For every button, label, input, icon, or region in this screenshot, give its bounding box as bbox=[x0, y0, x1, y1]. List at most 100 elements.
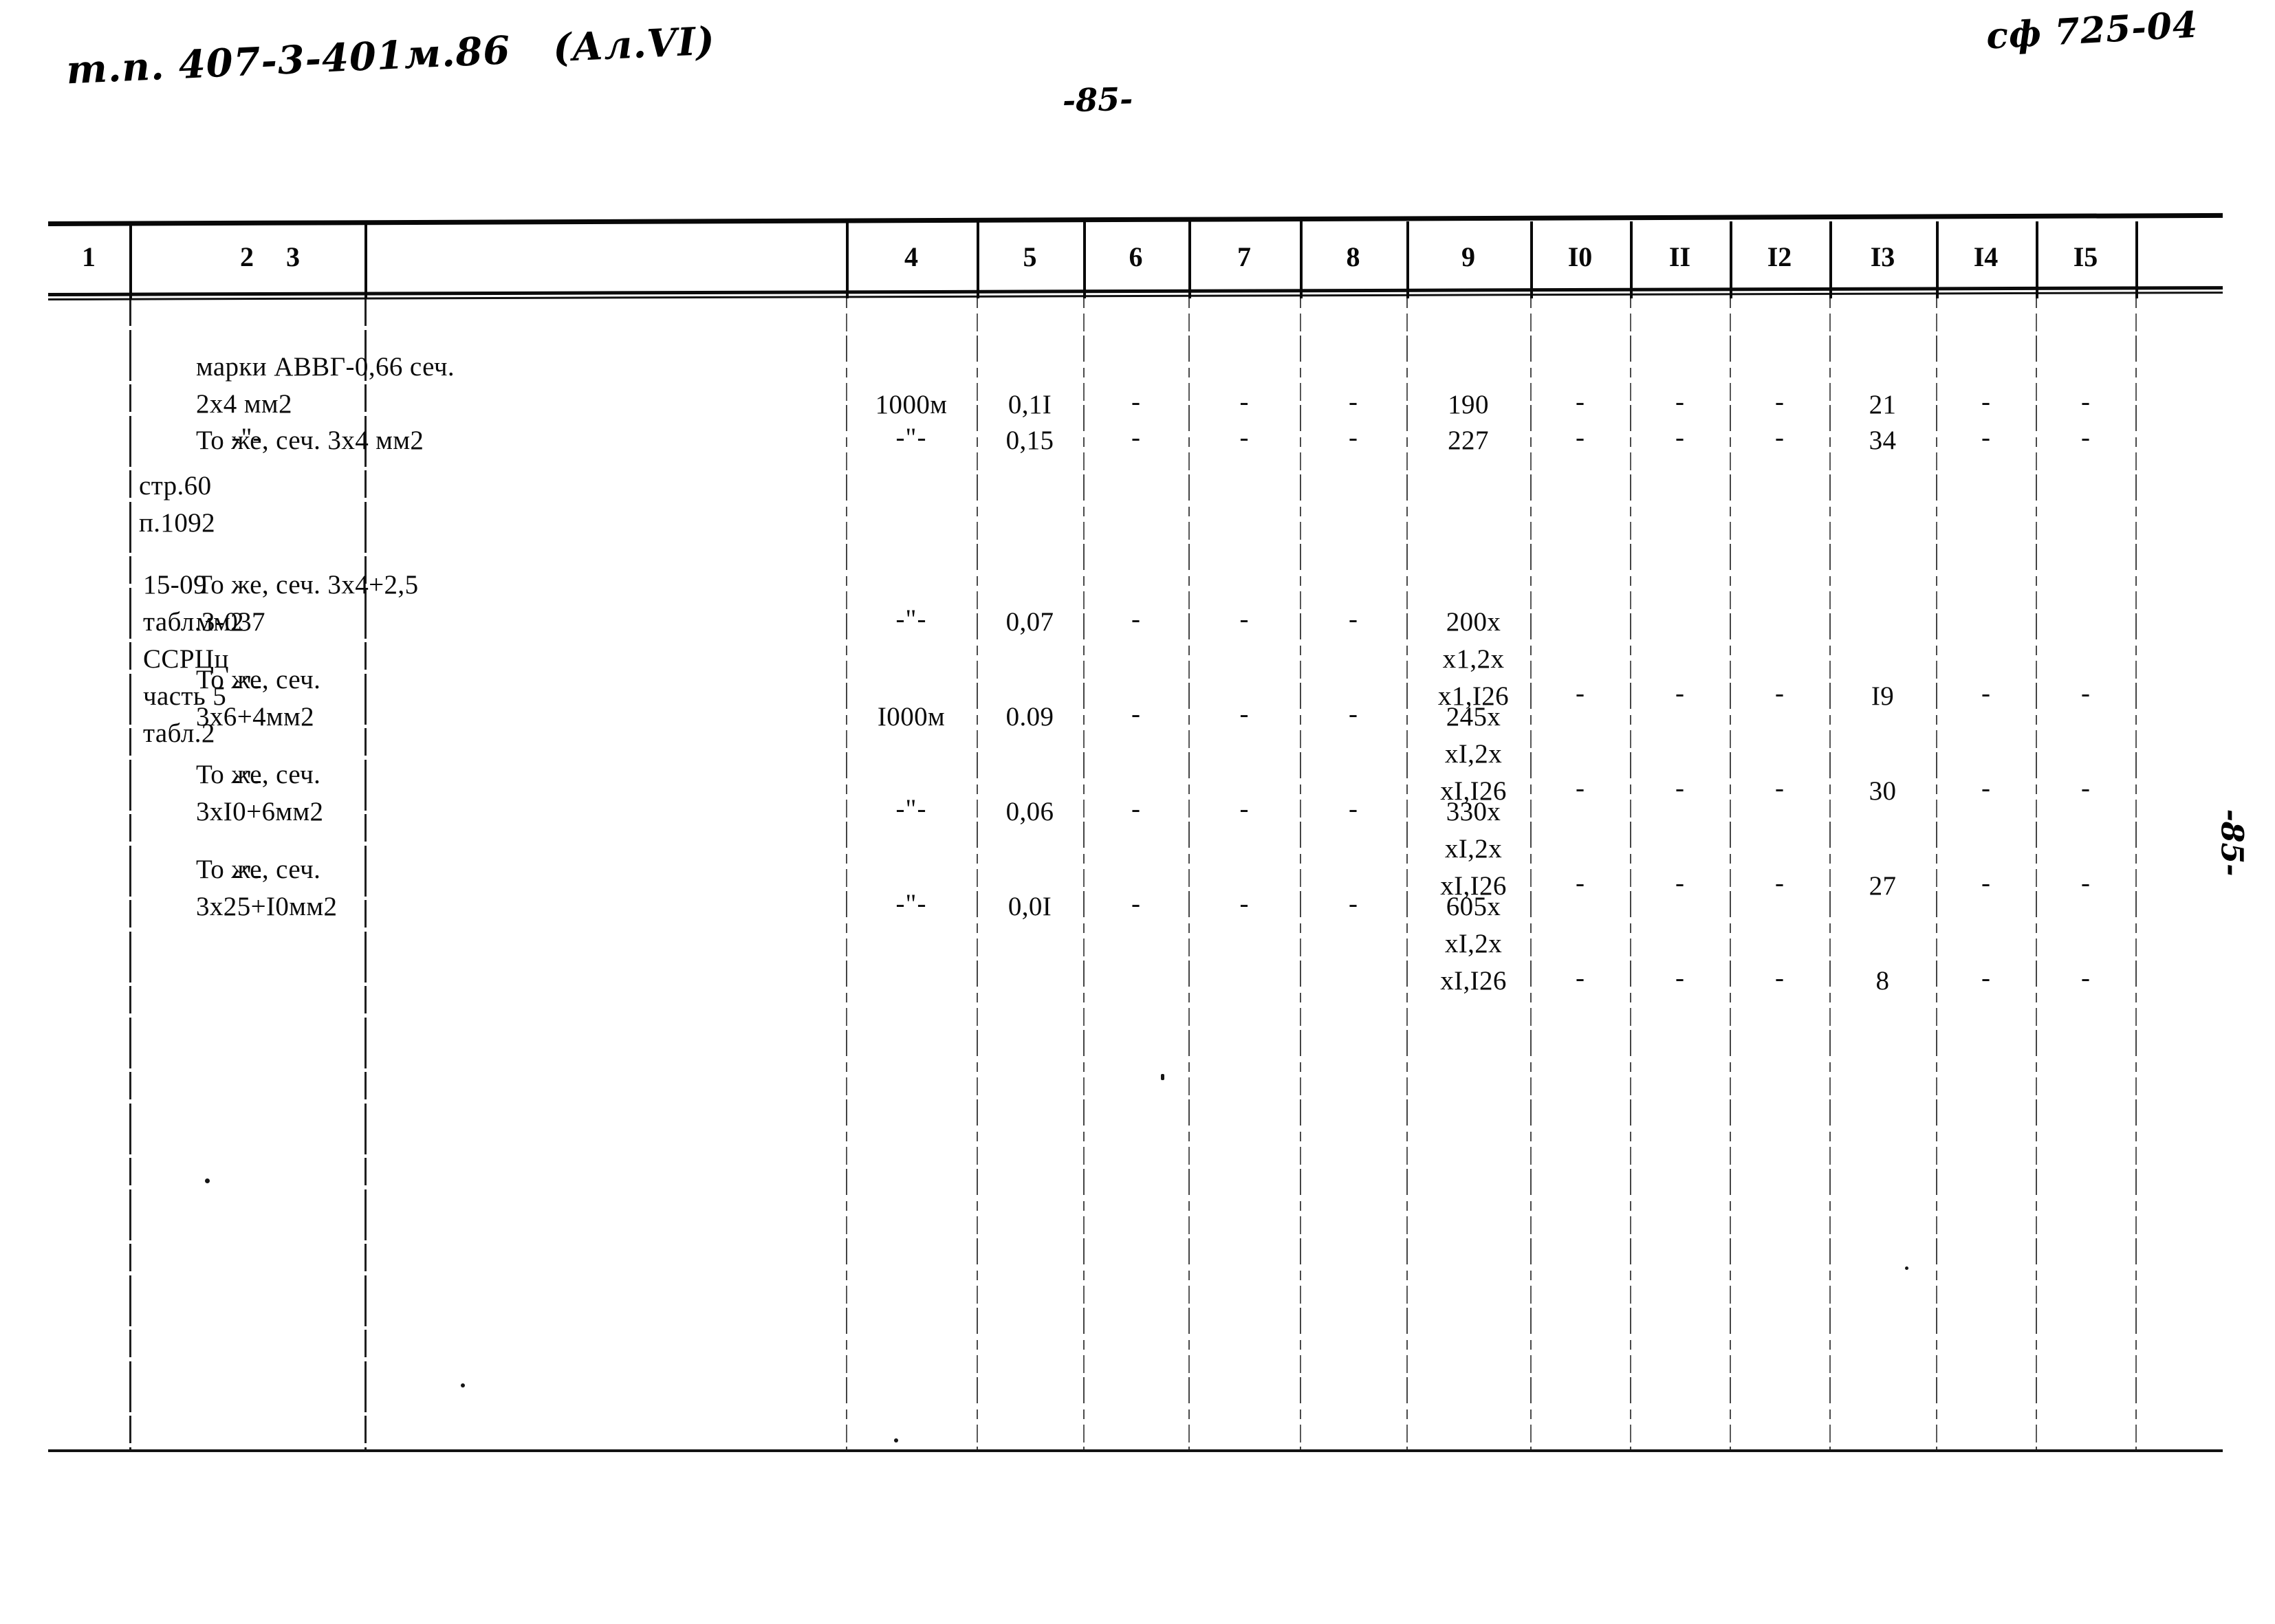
scan-speckle bbox=[205, 1178, 210, 1183]
table-row-5-col7: - bbox=[1239, 699, 1249, 729]
column-header-7: 7 bbox=[1237, 241, 1251, 272]
table-row-2-unit: -"- bbox=[895, 423, 927, 452]
table-row-6-col10: - bbox=[1576, 868, 1585, 898]
column-header-1: 1 bbox=[82, 241, 96, 272]
table-row-1-col6: - bbox=[1131, 387, 1140, 417]
table-row-7-description: То же, сеч. 3х25+I0мм2 bbox=[196, 855, 338, 921]
table-row-6-col12: - bbox=[1775, 868, 1784, 898]
table-row-4-col12: - bbox=[1775, 679, 1784, 708]
table-row-2-col9: 227 bbox=[1448, 426, 1489, 455]
column-header-3: 3 bbox=[286, 241, 300, 272]
body-divider-6 bbox=[1188, 298, 1190, 1449]
column-header-11: II bbox=[1668, 241, 1691, 272]
scan-speckle bbox=[894, 1438, 898, 1442]
table-row-5-description: То же, сеч. 3х6+4мм2 bbox=[196, 665, 321, 732]
table-row-2-col12: - bbox=[1775, 423, 1784, 452]
table-row-4-description: То же, сеч. 3х4+2,5 мм2 bbox=[196, 570, 419, 637]
column-divider-15 bbox=[2135, 221, 2138, 298]
table-row-7-col15: - bbox=[2081, 963, 2090, 993]
scan-speckle bbox=[1905, 1266, 1908, 1270]
column-header-9: 9 bbox=[1461, 241, 1475, 272]
table-row-7-col7: - bbox=[1239, 889, 1249, 919]
column-header-13: I3 bbox=[1870, 241, 1895, 272]
handwritten-album-text: (Ал.VI) bbox=[552, 18, 717, 72]
column-header-4: 4 bbox=[904, 241, 918, 272]
table-row-6-col13: 27 bbox=[1869, 871, 1897, 901]
table-row-7-col14: - bbox=[1981, 963, 1990, 993]
body-divider-4 bbox=[977, 298, 978, 1449]
table-row-1-col11: - bbox=[1675, 387, 1684, 417]
table-row-7-col12: - bbox=[1775, 963, 1784, 993]
column-header-5: 5 bbox=[1023, 241, 1037, 272]
scan-speckle bbox=[461, 1383, 465, 1387]
table-row-5-col14: - bbox=[1981, 773, 1990, 803]
column-header-15: I5 bbox=[2073, 241, 2098, 272]
table-row-5-col10: - bbox=[1576, 773, 1585, 803]
table-row-7-col6: - bbox=[1131, 889, 1140, 919]
table-row-4-col14: - bbox=[1981, 679, 1990, 708]
table-row-5-col12: - bbox=[1775, 773, 1784, 803]
handwritten-project-code: т.п. 407-3-401м.86 (Ал.VI) bbox=[65, 19, 716, 94]
table-row-1-col12: - bbox=[1775, 387, 1784, 417]
table-row-1-col5: 0,1I bbox=[1008, 390, 1052, 419]
table-row-5-col5: 0.09 bbox=[1005, 702, 1054, 732]
table-row-4-unit: -"- bbox=[895, 604, 927, 634]
table-row-2-col7: - bbox=[1239, 423, 1249, 452]
table-row-7-col9: 605х хI,2х хI,I26 bbox=[1440, 892, 1507, 996]
table-top-border bbox=[47, 212, 2223, 226]
body-divider-7 bbox=[1300, 298, 1301, 1449]
table-row-1-col8: - bbox=[1349, 387, 1358, 417]
table-row-6-col14: - bbox=[1981, 868, 1990, 898]
table-row-2-col11: - bbox=[1675, 423, 1684, 452]
table-row-4-col7: - bbox=[1239, 604, 1249, 634]
table-row-1-col7: - bbox=[1239, 387, 1249, 417]
column-header-12: I2 bbox=[1767, 241, 1792, 272]
table-row-1-col13: 21 bbox=[1869, 390, 1897, 419]
table-row-2-description: То же, сеч. 3х4 мм2 bbox=[196, 426, 424, 455]
table-row-4-col13: I9 bbox=[1871, 681, 1895, 711]
table-row-4-col11: - bbox=[1675, 679, 1684, 708]
body-divider-3 bbox=[846, 298, 847, 1449]
table-row-5-col15: - bbox=[2081, 773, 2090, 803]
table-row-4-col6: - bbox=[1131, 604, 1140, 634]
table-row-2-col15: - bbox=[2081, 423, 2090, 452]
scanned-page: т.п. 407-3-401м.86 (Ал.VI) сф 725-04 -85-… bbox=[0, 0, 2275, 1624]
table-row-6-col6: - bbox=[1131, 794, 1140, 824]
table-row-7-col8: - bbox=[1349, 889, 1358, 919]
handwritten-archive-code: сф 725-04 bbox=[1985, 3, 2199, 58]
table-row-1-col10: - bbox=[1576, 387, 1585, 417]
body-divider-5 bbox=[1083, 298, 1085, 1449]
table-row-5-col11: - bbox=[1675, 773, 1684, 803]
scan-speckle bbox=[1161, 1074, 1164, 1080]
page-number-top: -85- bbox=[1062, 80, 1133, 120]
table-row-1-unit: 1000м bbox=[875, 390, 948, 419]
body-divider-15 bbox=[2135, 298, 2137, 1449]
table-row-1-col9: 190 bbox=[1448, 390, 1489, 419]
table-row-2-col6: - bbox=[1131, 423, 1140, 452]
table-row-6-col8: - bbox=[1349, 794, 1358, 824]
table-bottom-border bbox=[48, 1449, 2223, 1452]
table-row-2-col14: - bbox=[1981, 423, 1990, 452]
table-row-6-col5: 0,06 bbox=[1005, 797, 1054, 826]
table-row-2-col13: 34 bbox=[1869, 426, 1897, 455]
table-row-6-col11: - bbox=[1675, 868, 1684, 898]
table-row-7-col5: 0,0I bbox=[1008, 892, 1052, 921]
table-row-7-col10: - bbox=[1576, 963, 1585, 993]
table-row-1-col15: - bbox=[2081, 387, 2090, 417]
table-row-4-col8: - bbox=[1349, 604, 1358, 634]
table-row-1-col14: - bbox=[1981, 387, 1990, 417]
table-row-4-col5: 0,07 bbox=[1005, 607, 1054, 637]
table-row-5-unit: I000м bbox=[877, 702, 946, 732]
table-row-3-ref: стр.60 п.1092 bbox=[139, 471, 216, 538]
column-header-6: 6 bbox=[1129, 241, 1143, 272]
table-row-4-col10: - bbox=[1576, 679, 1585, 708]
table-row-2-col5: 0,15 bbox=[1005, 426, 1054, 455]
table-row-1-description: марки АВВГ-0,66 сеч. 2х4 мм2 bbox=[196, 352, 455, 419]
table-row-7-col11: - bbox=[1675, 963, 1684, 993]
table-row-5-col8: - bbox=[1349, 699, 1358, 729]
table-row-7-unit: -"- bbox=[895, 889, 927, 919]
table-row-6-col15: - bbox=[2081, 868, 2090, 898]
column-header-10: I0 bbox=[1567, 241, 1593, 272]
table-row-6-unit: -"- bbox=[895, 794, 927, 824]
table-row-6-col7: - bbox=[1239, 794, 1249, 824]
